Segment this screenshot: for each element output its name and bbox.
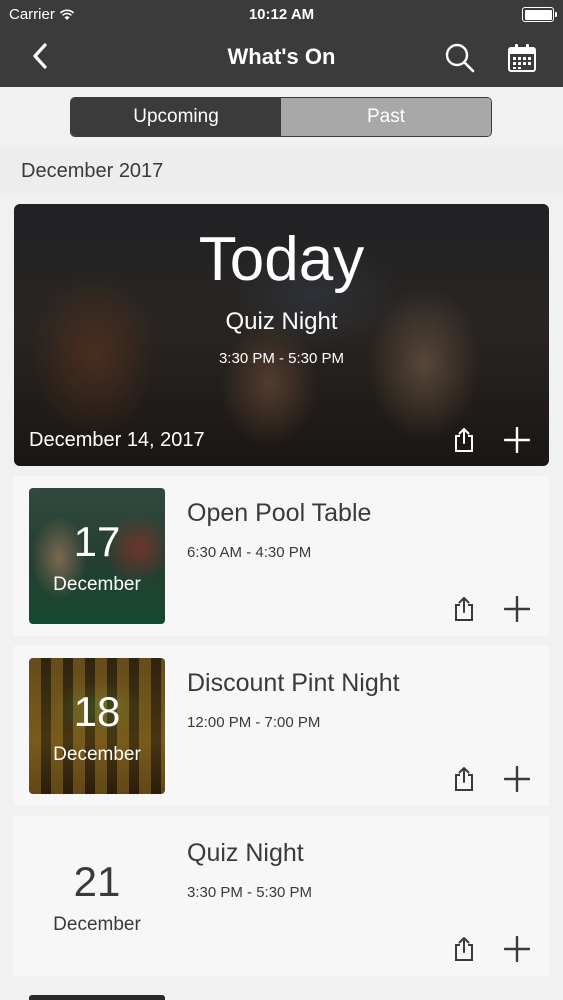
event-day: 18 bbox=[73, 688, 121, 735]
search-button[interactable] bbox=[440, 38, 480, 78]
event-day: 17 bbox=[73, 518, 121, 565]
event-time: 12:00 PM - 7:00 PM bbox=[187, 714, 321, 731]
share-icon bbox=[455, 937, 473, 961]
event-list-item[interactable]: 18 December Discount Pint Night 12:00 PM… bbox=[14, 646, 549, 806]
event-title: Open Pool Table bbox=[187, 499, 372, 527]
share-button[interactable] bbox=[449, 933, 479, 965]
add-to-calendar-button[interactable] bbox=[501, 933, 533, 965]
event-time: 3:30 PM - 5:30 PM bbox=[187, 884, 313, 901]
month-label: December 2017 bbox=[21, 160, 164, 182]
next-event-thumbnail-edge bbox=[29, 995, 165, 1000]
event-month: December bbox=[53, 744, 141, 765]
status-bar: Carrier 10:12 AM bbox=[0, 0, 563, 30]
share-button[interactable] bbox=[449, 424, 479, 456]
featured-event-time: 3:30 PM - 5:30 PM bbox=[218, 350, 345, 367]
event-list-item[interactable]: 17 December Open Pool Table 6:30 AM - 4:… bbox=[14, 476, 549, 636]
event-month: December bbox=[53, 574, 141, 595]
add-to-calendar-button[interactable] bbox=[501, 763, 533, 795]
tab-upcoming[interactable]: Upcoming bbox=[71, 98, 281, 136]
share-icon bbox=[455, 597, 473, 621]
event-title: Quiz Night bbox=[187, 839, 304, 867]
share-button[interactable] bbox=[449, 593, 479, 625]
plus-icon bbox=[504, 596, 530, 622]
plus-icon bbox=[504, 427, 530, 453]
status-time: 10:12 AM bbox=[248, 6, 315, 23]
event-thumbnail: 17 December bbox=[29, 488, 165, 624]
event-list-item[interactable]: 21 December Quiz Night 3:30 PM - 5:30 PM bbox=[14, 816, 549, 976]
month-section-header: December 2017 bbox=[0, 147, 563, 195]
featured-event-date: December 14, 2017 bbox=[29, 429, 205, 451]
calendar-button[interactable] bbox=[500, 38, 544, 78]
event-thumbnail: 18 December bbox=[29, 658, 165, 794]
event-day: 21 bbox=[73, 858, 121, 905]
tab-past[interactable]: Past bbox=[281, 98, 491, 136]
navigation-bar: Carrier 10:12 AM What's On bbox=[0, 0, 563, 87]
calendar-icon bbox=[508, 44, 536, 72]
search-icon bbox=[445, 43, 475, 73]
event-date-block: 21 December bbox=[29, 828, 165, 964]
event-title: Discount Pint Night bbox=[187, 669, 400, 697]
event-time: 6:30 AM - 4:30 PM bbox=[187, 544, 312, 561]
battery-icon bbox=[522, 7, 557, 22]
featured-event-card[interactable]: Today Quiz Night 3:30 PM - 5:30 PM Decem… bbox=[14, 204, 549, 466]
add-to-calendar-button[interactable] bbox=[501, 424, 533, 456]
share-icon bbox=[455, 767, 473, 791]
share-icon bbox=[455, 428, 473, 452]
plus-icon bbox=[504, 936, 530, 962]
today-label: Today bbox=[198, 225, 365, 294]
event-month: December bbox=[53, 914, 141, 935]
add-to-calendar-button[interactable] bbox=[501, 593, 533, 625]
plus-icon bbox=[504, 766, 530, 792]
featured-event-title: Quiz Night bbox=[225, 308, 338, 335]
upcoming-past-segmented-control: Upcoming Past bbox=[70, 97, 492, 137]
share-button[interactable] bbox=[449, 763, 479, 795]
